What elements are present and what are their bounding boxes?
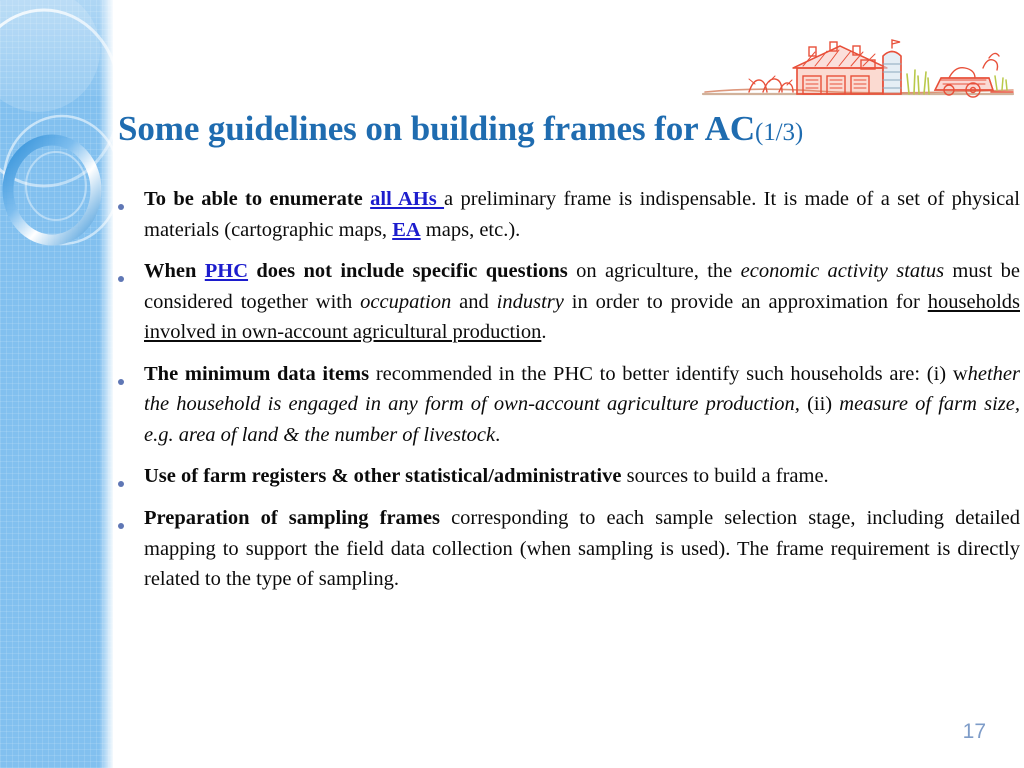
list-item: Use of farm registers & other statistica… (118, 461, 1020, 492)
sidebar-soft-edge (99, 0, 113, 768)
decorative-sidebar (0, 0, 113, 768)
list-item: When PHC does not include specific quest… (118, 256, 1020, 348)
text-run: Preparation of sampling frames (144, 507, 440, 529)
list-item-text: The minimum data items recommended in th… (144, 359, 1020, 451)
text-run: and (451, 290, 497, 313)
bullet-point-icon (118, 359, 144, 390)
text-run: in order to provide an approximation for (563, 290, 928, 313)
list-item-text: Use of farm registers & other statistica… (144, 461, 1020, 492)
bullet-point-icon (118, 256, 144, 287)
page-title-main: Some guidelines on building frames for A… (118, 109, 755, 148)
text-run: sources to build a frame. (621, 465, 829, 487)
text-run: The minimum data items (144, 362, 370, 385)
text-run: To be able to enumerate (144, 188, 371, 210)
inline-link[interactable]: PHC (205, 260, 248, 282)
text-run: industry (496, 290, 564, 313)
list-item: Preparation of sampling frames correspon… (118, 503, 1020, 595)
list-item-text: To be able to enumerate all AHs a prelim… (144, 184, 1020, 245)
text-run: occupation (360, 290, 452, 313)
sidebar-ring-graphic (0, 0, 113, 246)
text-run: (ii) (799, 393, 840, 415)
list-item-text: Preparation of sampling frames correspon… (144, 503, 1020, 595)
text-run: recommended in the PHC to better identif… (369, 362, 968, 385)
page-number: 17 (962, 720, 986, 743)
text-run: Use of farm registers & other statistica… (144, 465, 622, 487)
bullet-point-icon (118, 184, 144, 215)
bullet-list: To be able to enumerate all AHs a prelim… (118, 184, 1020, 606)
farm-barn-silo-tractor-sketch-icon (697, 22, 1019, 104)
text-run: does not include specific questions (248, 260, 568, 282)
bullet-point-icon (118, 461, 144, 492)
text-run: . (495, 423, 501, 446)
text-run: . (541, 321, 547, 343)
page-title-suffix: (1/3) (755, 119, 804, 146)
inline-link[interactable]: all AHs (370, 188, 444, 210)
list-item: The minimum data items recommended in th… (118, 359, 1020, 451)
text-run: on agriculture, the (567, 260, 741, 282)
text-run: economic activity status (740, 260, 945, 282)
list-item-text: When PHC does not include specific quest… (144, 256, 1020, 348)
text-run: When (144, 260, 205, 282)
list-item: To be able to enumerate all AHs a prelim… (118, 184, 1020, 245)
inline-link[interactable]: EA (392, 219, 420, 241)
page-title: Some guidelines on building frames for A… (118, 108, 1020, 154)
text-run: maps, etc.). (420, 218, 521, 241)
bullet-point-icon (118, 503, 144, 534)
